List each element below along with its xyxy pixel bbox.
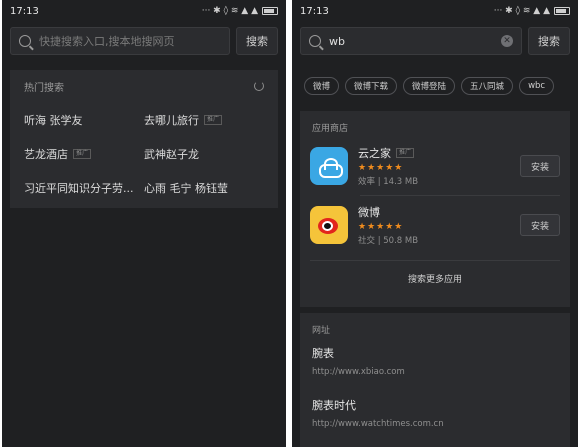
search-button[interactable]: 搜索 xyxy=(528,27,570,55)
cloud-icon xyxy=(310,147,348,185)
url-card: 网址 腕表 http://www.xbiao.com 腕表时代 http://w… xyxy=(300,313,570,447)
suggestion-chip[interactable]: 微博 xyxy=(304,77,340,95)
search-bar: ✕ 搜索 xyxy=(300,26,570,56)
rating-stars: ★★★★★ xyxy=(358,163,404,173)
search-box[interactable]: ✕ xyxy=(300,27,522,55)
hot-search-item[interactable]: 艺龙酒店 推广 xyxy=(24,146,144,162)
status-time: 17:13 xyxy=(300,5,329,17)
hot-search-item[interactable]: 去哪儿旅行 推广 xyxy=(144,112,264,128)
battery-icon xyxy=(554,7,570,15)
app-info: 云之家 推广 ★★★★★ 效率 | 14.3 MB xyxy=(358,145,520,187)
app-name-text: 微博 xyxy=(358,206,380,219)
url-item[interactable]: 腕表时代 http://www.watchtimes.com.cn xyxy=(300,391,570,443)
hot-search-panel: 热门搜索 听海 张学友 去哪儿旅行 推广 艺龙酒店 推广 武神赵子龙 习近平同知识分… xyxy=(10,70,278,208)
hot-search-label: 习近平同知识分子劳... xyxy=(24,182,134,195)
hot-search-title: 热门搜索 xyxy=(24,82,64,94)
suggestion-chip[interactable]: 微博登陆 xyxy=(403,77,456,95)
suggestion-chip[interactable]: 五八同城 xyxy=(461,77,514,95)
refresh-icon[interactable] xyxy=(254,81,264,91)
url-link: http://www.xbiao.com xyxy=(312,367,405,377)
suggestion-chips: 微博 微博下载 微博登陆 五八同城 wbc xyxy=(304,77,568,95)
search-input[interactable] xyxy=(39,34,221,48)
hot-search-item[interactable]: 听海 张学友 xyxy=(24,112,144,128)
url-link: http://www.watchtimes.com.cn xyxy=(312,419,444,429)
app-row[interactable]: 微博 ★★★★★ 社交 | 50.8 MB 安装 xyxy=(300,196,570,254)
app-info: 微博 ★★★★★ 社交 | 50.8 MB xyxy=(358,204,520,246)
status-icons: ··· ✱ ◊ ≋ ▲ ▲ xyxy=(202,6,278,16)
app-name: 云之家 推广 xyxy=(358,145,520,161)
search-button[interactable]: 搜索 xyxy=(236,27,278,55)
url-title: 腕表 xyxy=(312,347,334,360)
url-item[interactable]: 腕表 http://www.xbiao.com xyxy=(300,339,570,391)
weibo-icon xyxy=(310,206,348,244)
suggestion-chip[interactable]: 微博下载 xyxy=(345,77,398,95)
search-input[interactable] xyxy=(329,34,497,48)
app-name: 微博 xyxy=(358,204,520,220)
suggestion-chip[interactable]: wbc xyxy=(519,77,555,95)
status-indicator-icons: ··· ✱ ◊ ≋ ▲ ▲ xyxy=(201,6,258,16)
hot-search-item[interactable]: 武神赵子龙 xyxy=(144,146,264,162)
search-bar: 搜索 xyxy=(10,26,278,56)
search-icon xyxy=(19,35,31,47)
hot-search-label: 艺龙酒店 xyxy=(24,148,68,161)
status-time: 17:13 xyxy=(10,5,39,17)
app-store-card: 应用商店 云之家 推广 ★★★★★ 效率 | 14.3 MB 安装 微博 ★★★★… xyxy=(300,111,570,307)
app-row[interactable]: 云之家 推广 ★★★★★ 效率 | 14.3 MB 安装 xyxy=(300,137,570,195)
left-screen: 17:13 ··· ✱ ◊ ≋ ▲ ▲ 搜索 热门搜索 听海 张学友 去哪儿旅行… xyxy=(2,0,286,447)
battery-icon xyxy=(262,7,278,15)
ad-badge: 推广 xyxy=(73,149,92,159)
install-button[interactable]: 安装 xyxy=(520,155,560,177)
hot-search-list: 听海 张学友 去哪儿旅行 推广 艺龙酒店 推广 武神赵子龙 习近平同知识分子劳...… xyxy=(10,102,278,196)
clear-icon[interactable]: ✕ xyxy=(501,35,513,47)
hot-search-label: 心雨 毛宁 杨钰莹 xyxy=(144,182,228,195)
status-icons: ··· ✱ ◊ ≋ ▲ ▲ xyxy=(494,6,570,16)
status-indicator-icons: ··· ✱ ◊ ≋ ▲ ▲ xyxy=(493,6,550,16)
status-bar: 17:13 ··· ✱ ◊ ≋ ▲ ▲ xyxy=(2,0,286,22)
app-store-title: 应用商店 xyxy=(312,124,349,134)
ad-badge: 推广 xyxy=(396,148,415,158)
status-bar: 17:13 ··· ✱ ◊ ≋ ▲ ▲ xyxy=(292,0,578,22)
hot-search-header: 热门搜索 xyxy=(10,70,278,102)
app-meta: 社交 | 50.8 MB xyxy=(358,236,419,246)
right-screen: 17:13 ··· ✱ ◊ ≋ ▲ ▲ ✕ 搜索 微博 微博下载 微博登陆 五八… xyxy=(292,0,578,447)
install-button[interactable]: 安装 xyxy=(520,214,560,236)
hot-search-label: 武神赵子龙 xyxy=(144,148,199,161)
app-name-text: 云之家 xyxy=(358,147,391,160)
hot-search-item[interactable]: 心雨 毛宁 杨钰莹 xyxy=(144,180,264,196)
search-icon xyxy=(309,35,321,47)
ad-badge: 推广 xyxy=(204,115,223,125)
hot-search-label: 听海 张学友 xyxy=(24,114,83,127)
more-apps-link[interactable]: 搜索更多应用 xyxy=(310,260,560,296)
url-title: 腕表时代 xyxy=(312,399,356,412)
search-box[interactable] xyxy=(10,27,230,55)
url-card-title: 网址 xyxy=(312,326,331,336)
rating-stars: ★★★★★ xyxy=(358,222,404,232)
hot-search-item[interactable]: 习近平同知识分子劳... xyxy=(24,180,144,196)
hot-search-label: 去哪儿旅行 xyxy=(144,114,199,127)
app-meta: 效率 | 14.3 MB xyxy=(358,177,419,187)
